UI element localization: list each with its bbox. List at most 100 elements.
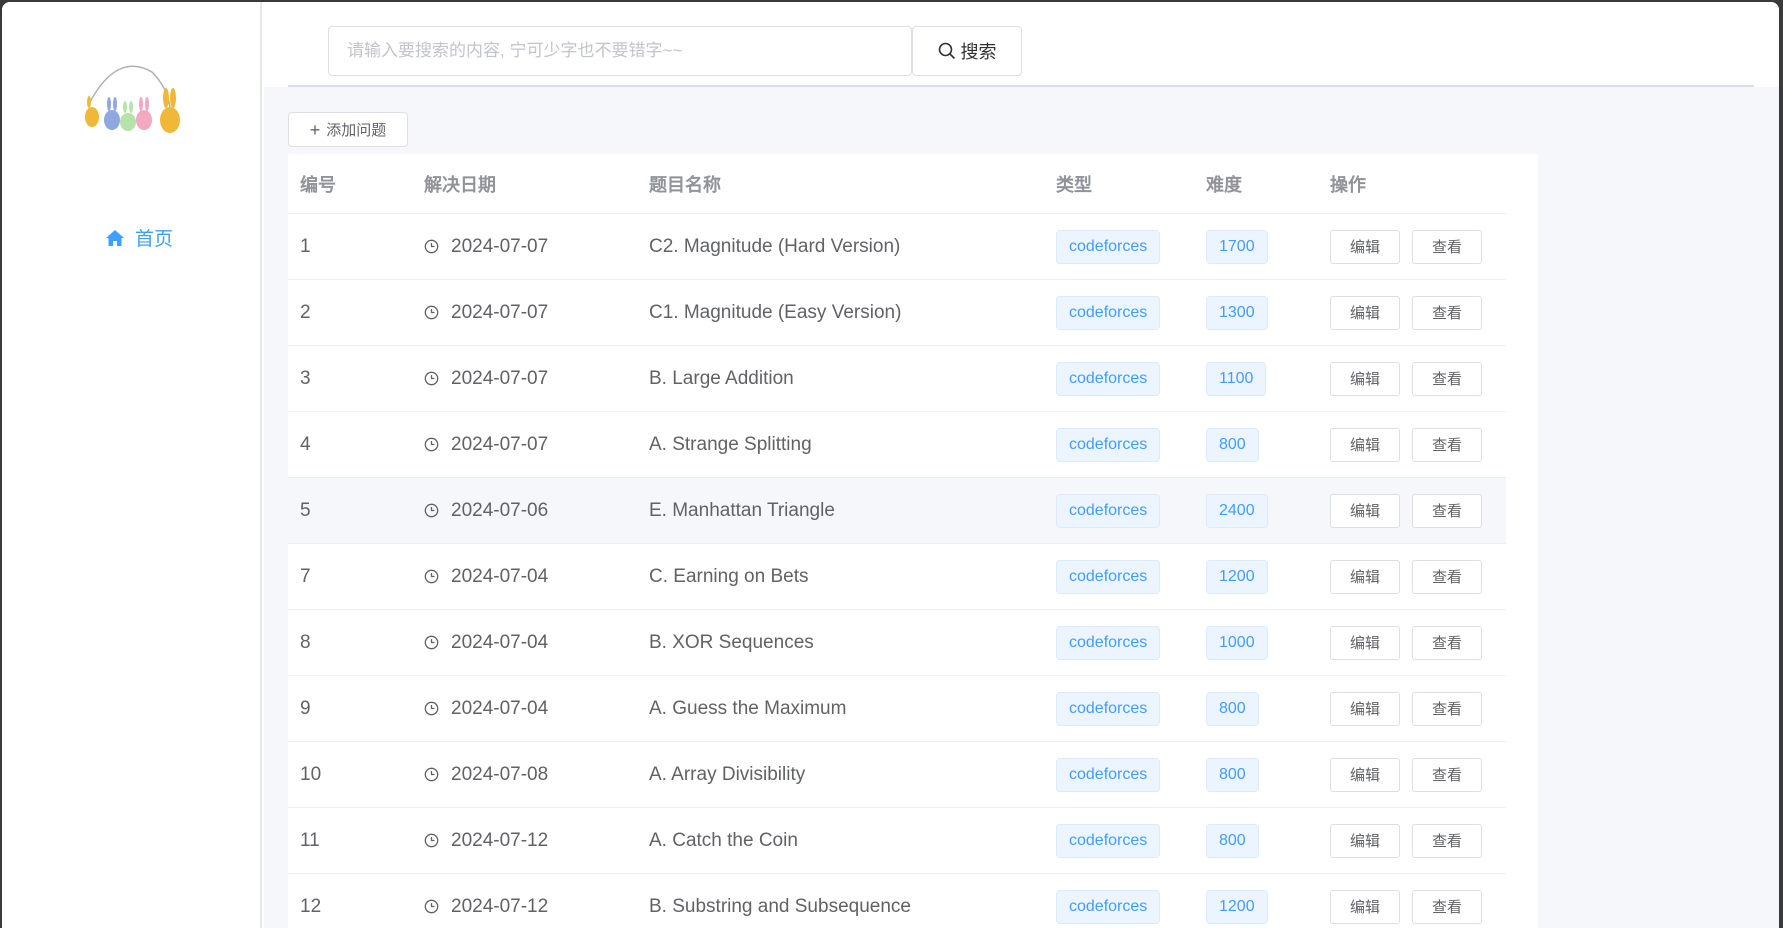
difficulty-tag: 1100 <box>1206 361 1267 396</box>
home-icon <box>106 229 124 246</box>
row-date: 2024-07-06 <box>451 499 549 521</box>
edit-button[interactable]: 编辑 <box>1330 493 1400 528</box>
view-button[interactable]: 查看 <box>1412 889 1482 924</box>
row-title: A. Array Divisibility <box>649 763 806 785</box>
edit-button[interactable]: 编辑 <box>1330 559 1400 594</box>
row-date: 2024-07-12 <box>451 895 549 917</box>
clock-icon <box>424 239 439 254</box>
type-tag: codeforces <box>1056 361 1161 396</box>
row-id: 9 <box>300 697 311 719</box>
search-button-label: 搜索 <box>960 42 997 62</box>
difficulty-tag: 1000 <box>1206 625 1268 660</box>
table-row: 11 2024-07-12 A. Catch the Coin codeforc… <box>288 808 1506 874</box>
view-button[interactable]: 查看 <box>1412 427 1482 462</box>
view-button[interactable]: 查看 <box>1412 295 1482 330</box>
type-tag: codeforces <box>1056 559 1161 594</box>
edit-button[interactable]: 编辑 <box>1330 361 1400 396</box>
table-row: 9 2024-07-04 A. Guess the Maximum codefo… <box>288 676 1506 742</box>
row-id: 1 <box>300 235 311 257</box>
row-title: B. Large Addition <box>649 367 794 389</box>
view-button[interactable]: 查看 <box>1412 559 1482 594</box>
clock-icon <box>424 767 439 782</box>
table-row: 1 2024-07-07 C2. Magnitude (Hard Version… <box>288 214 1506 280</box>
problem-table: 编号 解决日期 题目名称 类型 难度 操作 1 2024-07-07 C2. M… <box>288 154 1538 928</box>
row-title: A. Guess the Maximum <box>649 697 847 719</box>
row-date: 2024-07-12 <box>451 829 549 851</box>
edit-button[interactable]: 编辑 <box>1330 295 1400 330</box>
table-row: 3 2024-07-07 B. Large Addition codeforce… <box>288 346 1506 412</box>
type-tag: codeforces <box>1056 493 1161 528</box>
row-title: C2. Magnitude (Hard Version) <box>649 235 901 257</box>
nav-item-home[interactable]: 首页 <box>105 224 173 251</box>
row-title: B. XOR Sequences <box>649 631 814 653</box>
table-row: 4 2024-07-07 A. Strange Splitting codefo… <box>288 412 1506 478</box>
row-date: 2024-07-04 <box>451 631 549 653</box>
row-date: 2024-07-07 <box>451 367 549 389</box>
row-id: 5 <box>300 499 311 521</box>
table-header: 编号 解决日期 题目名称 类型 难度 操作 <box>288 154 1506 214</box>
clock-icon <box>424 833 439 848</box>
table-row: 10 2024-07-08 A. Array Divisibility code… <box>288 742 1506 808</box>
view-button[interactable]: 查看 <box>1412 625 1482 660</box>
row-id: 8 <box>300 631 311 653</box>
difficulty-tag: 800 <box>1206 757 1259 792</box>
header-date: 解决日期 <box>424 174 496 195</box>
row-title: B. Substring and Subsequence <box>649 895 911 917</box>
row-id: 12 <box>300 895 322 917</box>
edit-button[interactable]: 编辑 <box>1330 757 1400 792</box>
edit-button[interactable]: 编辑 <box>1330 823 1400 858</box>
search-input[interactable] <box>328 26 912 76</box>
header-type: 类型 <box>1056 174 1092 195</box>
table-row: 5 2024-07-06 E. Manhattan Triangle codef… <box>288 478 1506 544</box>
row-id: 2 <box>300 301 311 323</box>
row-date: 2024-07-07 <box>451 433 549 455</box>
type-tag: codeforces <box>1056 229 1161 264</box>
edit-button[interactable]: 编辑 <box>1330 625 1400 660</box>
type-tag: codeforces <box>1056 625 1161 660</box>
add-question-button[interactable]: + 添加问题 <box>288 112 408 147</box>
difficulty-tag: 800 <box>1206 823 1259 858</box>
type-tag: codeforces <box>1056 757 1161 792</box>
search-button[interactable]: 搜索 <box>912 26 1022 76</box>
main-content: 搜索 + 添加问题 编号 解决日期 题目名称 类型 难度 操作 1 2024-0… <box>264 2 1779 928</box>
view-button[interactable]: 查看 <box>1412 229 1482 264</box>
nav-home-label: 首页 <box>135 229 174 250</box>
edit-button[interactable]: 编辑 <box>1330 889 1400 924</box>
row-date: 2024-07-08 <box>451 763 549 785</box>
header-title: 题目名称 <box>649 174 721 195</box>
view-button[interactable]: 查看 <box>1412 493 1482 528</box>
header-actions: 操作 <box>1330 174 1366 195</box>
row-title: A. Strange Splitting <box>649 433 812 455</box>
clock-icon <box>424 305 439 320</box>
clock-icon <box>424 635 439 650</box>
difficulty-tag: 1300 <box>1206 295 1268 330</box>
edit-button[interactable]: 编辑 <box>1330 427 1400 462</box>
table-row: 12 2024-07-12 B. Substring and Subsequen… <box>288 874 1506 928</box>
app-window: 首页 搜索 + 添加问题 编号 解决日期 题目名称 类型 <box>2 2 1779 928</box>
view-button[interactable]: 查看 <box>1412 361 1482 396</box>
view-button[interactable]: 查看 <box>1412 823 1482 858</box>
type-tag: codeforces <box>1056 823 1161 858</box>
row-title: A. Catch the Coin <box>649 829 798 851</box>
difficulty-tag: 1700 <box>1206 229 1268 264</box>
search-area: 搜索 <box>264 2 1779 87</box>
difficulty-tag: 2400 <box>1206 493 1268 528</box>
add-question-label: 添加问题 <box>326 122 387 139</box>
header-id: 编号 <box>300 174 336 195</box>
edit-button[interactable]: 编辑 <box>1330 691 1400 726</box>
clock-icon <box>424 569 439 584</box>
row-id: 3 <box>300 367 311 389</box>
view-button[interactable]: 查看 <box>1412 757 1482 792</box>
row-id: 10 <box>300 763 322 785</box>
clock-icon <box>424 437 439 452</box>
type-tag: codeforces <box>1056 889 1161 924</box>
view-button[interactable]: 查看 <box>1412 691 1482 726</box>
edit-button[interactable]: 编辑 <box>1330 229 1400 264</box>
row-title: E. Manhattan Triangle <box>649 499 835 521</box>
bunny-logo <box>82 62 197 147</box>
clock-icon <box>424 701 439 716</box>
table-row: 8 2024-07-04 B. XOR Sequences codeforces… <box>288 610 1506 676</box>
clock-icon <box>424 899 439 914</box>
clock-icon <box>424 371 439 386</box>
table-row: 7 2024-07-04 C. Earning on Bets codeforc… <box>288 544 1506 610</box>
